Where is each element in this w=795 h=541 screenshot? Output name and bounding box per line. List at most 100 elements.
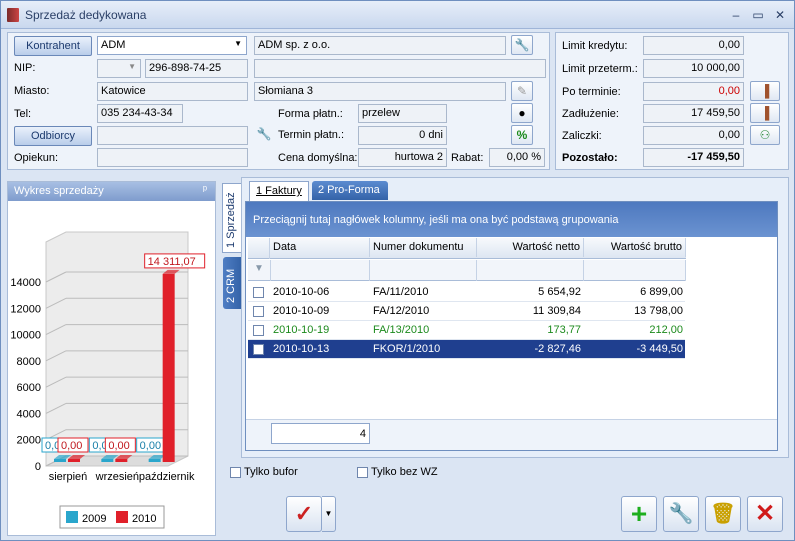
row-date: 2010-10-19 <box>273 324 330 336</box>
edit-button[interactable]: 🔧 <box>663 496 699 532</box>
chart-bar <box>68 459 80 462</box>
odbiorca-field <box>97 126 248 145</box>
odbiorcy-button[interactable]: Odbiorcy <box>14 126 92 146</box>
vtab-crm[interactable]: 2 CRM <box>223 257 241 309</box>
chart-bar <box>115 459 128 462</box>
contractor-code-select[interactable]: ADM ▼ <box>97 36 247 55</box>
col-header-brutto[interactable]: Wartość brutto <box>584 238 686 257</box>
row-checkbox[interactable] <box>253 325 264 336</box>
chart-panel-title: Wykres sprzedaży <box>14 185 104 197</box>
chart-bar <box>148 459 161 462</box>
filter-icon[interactable]: ▼ <box>254 263 264 274</box>
trash-icon: 🗑 <box>710 503 736 525</box>
zadluzenie-button[interactable]: ▐ <box>750 103 780 123</box>
table-row-selected[interactable]: 2010-10-13 FKOR/1/2010 -2 827,46 -3 449,… <box>248 340 685 359</box>
approve-dropdown-button[interactable]: ▼ <box>322 496 336 532</box>
zaliczki-field: 0,00 <box>643 126 744 145</box>
rabat-field: 0,00 % <box>489 148 545 167</box>
chart-y-tick-label: 0 <box>35 461 41 473</box>
tylko-bez-wz-checkbox[interactable] <box>357 467 368 478</box>
zaliczki-button[interactable]: ⚇ <box>750 125 780 145</box>
tylko-bufor-checkbox[interactable] <box>230 467 241 478</box>
chart-y-tick-label: 2000 <box>17 435 41 447</box>
filter-brutto[interactable] <box>584 260 686 281</box>
chart-y-tick-label: 14000 <box>10 277 41 289</box>
chart-data-label: 0,00 <box>108 440 129 452</box>
payment-button[interactable]: ● <box>511 103 533 123</box>
address-extra-field <box>254 59 546 78</box>
col-header-netto[interactable]: Wartość netto <box>477 238 584 257</box>
vtab-sprzedaz-label: 1 Sprzedaż <box>225 192 237 248</box>
row-checkbox[interactable] <box>253 287 264 298</box>
wrench-icon: 🔧 <box>514 38 530 52</box>
rabat-label: Rabat: <box>451 152 484 164</box>
sales-chart: 0 2000 4000 6000 8000 10000 12000 14000 0,00 0,00… <box>10 231 206 529</box>
table-row[interactable]: 2010-10-19 FA/13/2010 173,77 212,00 <box>248 321 685 340</box>
header-checkbox-col <box>248 238 270 259</box>
edit-contractor-button[interactable]: 🔧 <box>511 35 533 55</box>
po-terminie-field: 0,00 <box>643 82 744 101</box>
table-row[interactable]: 2010-10-06 FA/11/2010 5 654,92 6 899,00 <box>248 283 685 302</box>
vtab-crm-label: 2 CRM <box>225 268 237 303</box>
tylko-bez-wz-label: Tylko bez WZ <box>371 466 438 478</box>
filter-row: ▼ <box>248 260 686 281</box>
chart-legend-swatch <box>66 511 78 523</box>
vtab-sprzedaz[interactable]: 1 Sprzedaż <box>222 183 241 253</box>
map-button[interactable]: ✎ <box>511 81 533 101</box>
row-netto: 5 654,92 <box>538 286 581 298</box>
tab-proforma[interactable]: 2 Pro-Forma <box>312 181 388 200</box>
approve-button[interactable]: ✓ <box>286 496 322 532</box>
close-icon: ✕ <box>754 500 776 527</box>
forma-label: Forma płatn.: <box>278 108 343 120</box>
row-checkbox[interactable] <box>253 306 264 317</box>
row-netto: -2 827,46 <box>534 343 581 355</box>
miasto-field: Katowice <box>97 82 248 101</box>
table-row[interactable]: 2010-10-09 FA/12/2010 11 309,84 13 798,0… <box>248 302 685 321</box>
minimize-button[interactable]: ‒ <box>727 7 745 23</box>
close-button[interactable]: ✕ <box>747 496 783 532</box>
filter-netto[interactable] <box>477 260 584 281</box>
po-terminie-label: Po terminie: <box>562 86 621 98</box>
tab-faktury-label: 1 Faktury <box>256 185 302 197</box>
tel-label: Tel: <box>14 108 32 120</box>
nip-prefix-select[interactable]: ▼ <box>97 59 141 78</box>
limit-kredytu-field: 0,00 <box>643 36 744 55</box>
discount-button[interactable]: % <box>511 125 533 145</box>
pin-icon[interactable]: ᵖ <box>203 184 207 196</box>
tab-proforma-label: 2 Pro-Forma <box>318 184 380 196</box>
chart-x-tick-label: sierpień <box>49 471 88 483</box>
kontrahent-button[interactable]: Kontrahent <box>14 36 92 56</box>
row-number: FKOR/1/2010 <box>373 343 441 355</box>
add-button[interactable]: + <box>621 496 657 532</box>
people-icon: ⚇ <box>759 128 771 142</box>
delete-button[interactable]: 🗑 <box>705 496 741 532</box>
group-by-area[interactable]: Przeciągnij tutaj nagłówek kolumny, jeśl… <box>246 202 777 237</box>
chart-legend-label: 2009 <box>82 513 106 525</box>
filter-data[interactable] <box>270 260 370 281</box>
ledger-icon: ▐ <box>760 84 770 98</box>
zaliczki-label: Zaliczki: <box>562 130 602 142</box>
chart-y-tick-label: 12000 <box>10 303 41 315</box>
filter-numer[interactable] <box>370 260 477 281</box>
map-icon: ✎ <box>516 84 528 98</box>
wrench-icon: 🔧 <box>256 127 272 141</box>
zadluzenie-field: 17 459,50 <box>643 104 744 123</box>
app-icon <box>7 8 19 22</box>
row-checkbox[interactable] <box>253 344 264 355</box>
chevron-down-icon: ▼ <box>128 62 136 71</box>
row-brutto: 212,00 <box>649 324 683 336</box>
odbiorca-wrench-button[interactable]: 🔧 <box>253 125 275 145</box>
maximize-button[interactable]: ▭ <box>749 7 767 23</box>
zadluzenie-label: Zadłużenie: <box>562 108 619 120</box>
close-window-button[interactable]: ✕ <box>771 7 789 23</box>
col-header-numer[interactable]: Numer dokumentu <box>370 238 477 257</box>
tab-faktury[interactable]: 1 Faktury <box>249 181 309 201</box>
col-header-data[interactable]: Data <box>270 238 370 257</box>
row-number: FA/11/2010 <box>373 286 429 298</box>
chevron-down-icon: ▼ <box>324 509 333 518</box>
ledger-icon: ▐ <box>760 106 770 120</box>
check-icon: ✓ <box>294 501 314 526</box>
po-terminie-button[interactable]: ▐ <box>750 81 780 101</box>
tel-field: 035 234-43-34 <box>97 104 183 123</box>
chart-y-tick-label: 4000 <box>17 408 41 420</box>
